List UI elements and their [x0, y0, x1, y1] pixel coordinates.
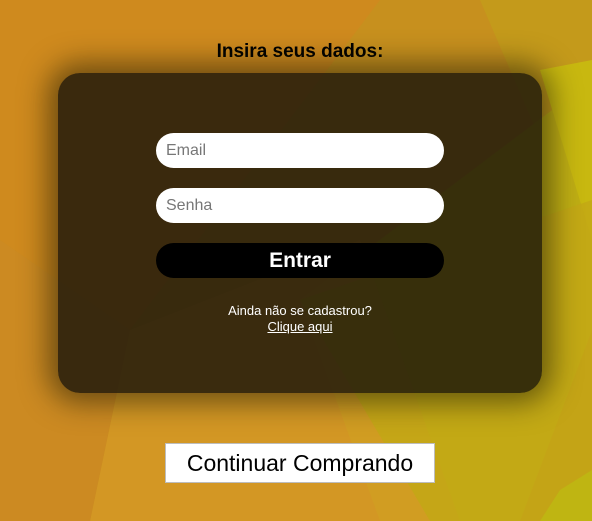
- page-title: Insira seus dados:: [216, 41, 384, 62]
- email-field[interactable]: [156, 133, 444, 168]
- login-card: Entrar Ainda não se cadastrou? Clique aq…: [58, 73, 542, 393]
- signup-link[interactable]: Clique aqui: [267, 319, 332, 334]
- signup-section: Ainda não se cadastrou? Clique aqui: [58, 303, 542, 335]
- password-field[interactable]: [156, 188, 444, 223]
- login-button[interactable]: Entrar: [156, 243, 444, 278]
- signup-prompt: Ainda não se cadastrou?: [228, 303, 372, 318]
- continue-shopping-button[interactable]: Continuar Comprando: [165, 443, 435, 483]
